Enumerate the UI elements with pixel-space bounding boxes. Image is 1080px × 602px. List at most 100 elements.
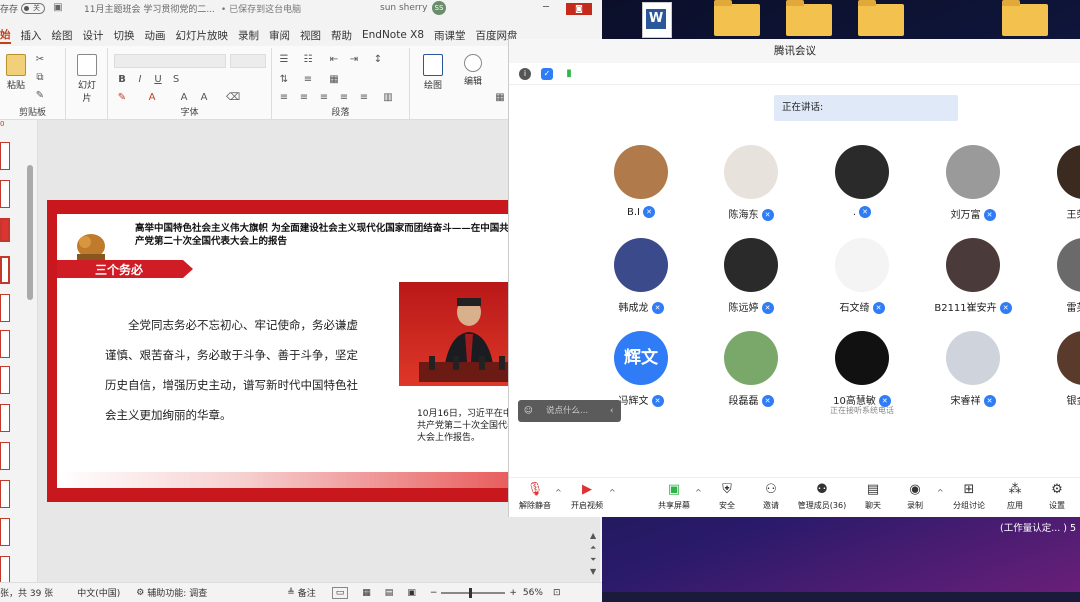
slide-thumbnail[interactable] (0, 294, 10, 322)
align-left-icon[interactable]: ≡ (278, 92, 290, 103)
tab-design[interactable]: 设计 (83, 28, 104, 43)
bold-icon[interactable]: B (116, 74, 128, 85)
slide-thumbnail[interactable] (0, 404, 10, 432)
slide-thumbnail-selected[interactable] (0, 218, 10, 242)
account-avatar[interactable]: SS (432, 1, 446, 15)
slideshow-icon[interactable]: ▣ (407, 588, 416, 598)
strikethrough-icon[interactable]: S (170, 74, 182, 85)
record-options-chevron-icon[interactable]: ^ (937, 488, 944, 497)
columns-icon[interactable]: ▥ (382, 92, 394, 103)
slide-thumbnail[interactable] (0, 180, 10, 208)
font-size-select[interactable] (230, 54, 266, 68)
slide[interactable]: 高举中国特色社会主义伟大旗帜 为全面建设社会主义现代化国家而团结奋斗——在中国共… (47, 200, 521, 502)
clear-format-icon[interactable]: ⌫ (226, 92, 240, 103)
participant-avatar[interactable] (835, 331, 889, 385)
tab-insert[interactable]: 插入 (21, 28, 42, 43)
align-text-icon[interactable]: ≡ (302, 74, 314, 85)
participant-avatar[interactable] (946, 331, 1000, 385)
canvas-scroll-controls[interactable]: ▲ ⏶ ⏷ ▼ (590, 530, 598, 580)
info-icon[interactable]: i (519, 68, 531, 80)
slide-thumbnail[interactable] (0, 366, 10, 394)
participant-tile[interactable]: B.I ✕ (586, 145, 696, 227)
notes-button[interactable]: 备注 (298, 586, 316, 599)
grid-icon[interactable]: ▦ (494, 92, 506, 103)
apps-button[interactable]: ⁂ 应用 (1003, 482, 1027, 516)
format-painter-icon[interactable]: ✎ (34, 90, 46, 101)
participant-tile[interactable]: 韩成龙 ✕ (586, 238, 696, 320)
emoji-icon[interactable]: ☺ (524, 400, 533, 422)
next-slide-icon[interactable]: ⏷ (590, 554, 598, 566)
accessibility-icon[interactable]: ⚙ (136, 588, 144, 598)
zoom-out-icon[interactable]: − (430, 588, 438, 598)
record-indicator-icon[interactable]: ◙ (566, 3, 592, 15)
slide-thumbnail[interactable] (0, 518, 10, 546)
autosave-toggle[interactable]: 关 (21, 2, 46, 14)
slide-thumbnail[interactable] (0, 480, 10, 508)
italic-icon[interactable]: I (134, 74, 146, 85)
slide-thumbnail[interactable] (0, 330, 10, 358)
participant-tile[interactable]: 宋睿祥 ✕ (918, 331, 1028, 413)
zoom-slider[interactable] (441, 587, 506, 598)
signal-icon[interactable]: ▮ (563, 68, 575, 80)
folder-icon[interactable] (1002, 0, 1048, 36)
slide-thumbnail[interactable] (0, 142, 10, 170)
tab-animations[interactable]: 动画 (145, 28, 166, 43)
slide-thumbnail[interactable] (0, 256, 10, 284)
tab-endnote[interactable]: EndNote X8 (362, 29, 424, 41)
participant-tile[interactable]: 刘万富 ✕ (918, 145, 1028, 227)
chat-placeholder[interactable]: 说点什么... (546, 400, 588, 422)
minimize-button[interactable]: ─ (536, 0, 556, 16)
accessibility-status[interactable]: 辅助功能: 调查 (147, 586, 207, 599)
editing-button[interactable]: 编辑 (458, 54, 488, 87)
participant-tile[interactable]: 石文绮 ✕ (807, 238, 917, 320)
tab-slideshow[interactable]: 幻灯片放映 (176, 28, 229, 43)
paste-button[interactable]: 粘贴 (4, 54, 28, 91)
breakout-rooms-button[interactable]: ⊞ 分组讨论 (949, 482, 989, 516)
scroll-up-icon[interactable]: ▲ (590, 530, 598, 542)
font-color-icon[interactable]: A (146, 92, 158, 103)
slide-sorter-icon[interactable]: ▦ (362, 588, 371, 598)
invite-button[interactable]: ⚇ 邀请 (759, 482, 783, 516)
participant-avatar[interactable] (946, 238, 1000, 292)
reading-view-icon[interactable]: ▤ (385, 588, 394, 598)
zoom-in-icon[interactable]: + (509, 588, 517, 598)
tab-transitions[interactable]: 切换 (114, 28, 135, 43)
smartart-icon[interactable]: ▦ (328, 74, 340, 85)
participant-tile[interactable]: B2111崔安卉 ✕ (918, 238, 1028, 320)
slide-thumbnail[interactable] (0, 442, 10, 470)
participant-tile[interactable]: 银金✕ (1029, 331, 1080, 413)
participant-avatar[interactable] (724, 145, 778, 199)
participant-tile[interactable]: 雷芙✕ (1029, 238, 1080, 320)
mic-options-chevron-icon[interactable]: ^ (555, 488, 562, 497)
participant-avatar[interactable] (724, 331, 778, 385)
highlight-icon[interactable]: ✎ (116, 92, 128, 103)
chat-input-pill[interactable]: ☺ 说点什么... ‹ (518, 400, 621, 422)
drawing-button[interactable]: 绘图 (416, 54, 450, 91)
decrease-indent-icon[interactable]: ⇤ (328, 54, 340, 65)
participant-avatar[interactable] (835, 145, 889, 199)
manage-members-button[interactable]: ⚉ 管理成员(36) (797, 482, 847, 516)
align-right-icon[interactable]: ≡ (318, 92, 330, 103)
text-direction-icon[interactable]: ⇅ (278, 74, 290, 85)
collapse-chevron-icon[interactable]: ‹ (610, 400, 613, 422)
tab-record[interactable]: 录制 (238, 28, 259, 43)
thumbnails-scrollbar[interactable] (27, 165, 33, 300)
participant-tile[interactable]: 段磊磊 ✕ (696, 331, 806, 413)
record-button[interactable]: ◉ 录制 (903, 482, 927, 516)
settings-button[interactable]: ⚙ 设置 (1045, 482, 1069, 516)
cut-icon[interactable]: ✂ (34, 54, 46, 65)
font-shrink-icon[interactable]: A (198, 92, 210, 103)
distributed-icon[interactable]: ≡ (358, 92, 370, 103)
shield-icon[interactable]: ✓ (541, 68, 553, 80)
line-spacing-icon[interactable]: ↕ (372, 54, 384, 65)
normal-view-icon[interactable]: ▭ (331, 586, 349, 599)
zoom-level[interactable]: 56% (523, 588, 543, 598)
participant-tile[interactable]: 陈海东 ✕ (696, 145, 806, 227)
video-options-chevron-icon[interactable]: ^ (609, 488, 616, 497)
participant-avatar[interactable] (1057, 145, 1080, 199)
numbering-icon[interactable]: ☷ (302, 54, 314, 65)
language-indicator[interactable]: 中文(中国) (77, 586, 120, 599)
underline-icon[interactable]: U (152, 74, 164, 85)
fit-slide-icon[interactable]: ⊡ (553, 588, 561, 598)
tab-review[interactable]: 审阅 (269, 28, 290, 43)
